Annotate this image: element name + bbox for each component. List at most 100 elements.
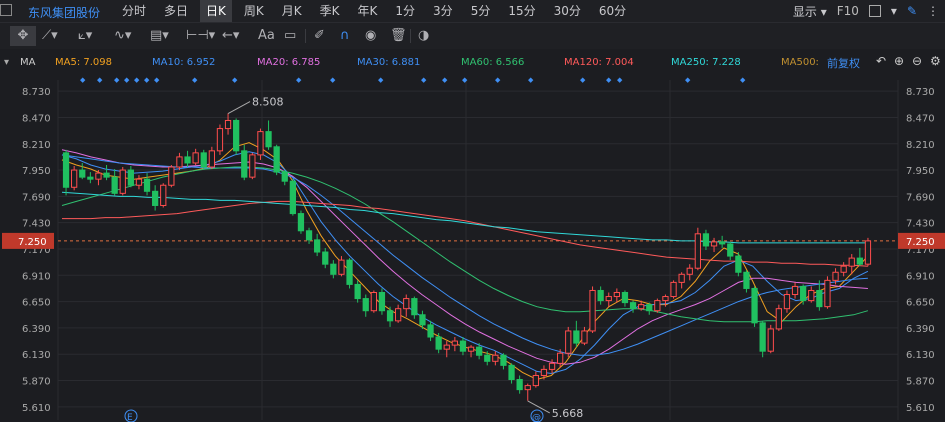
candle-body[interactable] (403, 298, 410, 310)
zoom-in-icon[interactable]: ⊕ (894, 54, 904, 68)
candle-body[interactable] (241, 150, 248, 178)
adjust-label[interactable]: 前复权 (827, 55, 860, 71)
candle-body[interactable] (800, 285, 807, 302)
text-tool[interactable]: Aa (258, 26, 275, 46)
eye-icon[interactable]: ◉ (365, 26, 376, 46)
tab-0[interactable]: 分时 (116, 0, 152, 22)
candle-body[interactable] (775, 308, 782, 330)
candle-body[interactable] (589, 289, 596, 332)
measure-tool-icon[interactable]: ⊢⊣▾ (186, 26, 215, 46)
candle-body[interactable] (670, 281, 677, 298)
candle-body[interactable] (573, 330, 580, 344)
checkbox-icon[interactable] (0, 4, 12, 16)
channel-tool-icon[interactable]: ⟀▾ (78, 26, 92, 46)
candle-body[interactable] (362, 298, 369, 312)
candle-body[interactable] (184, 156, 191, 164)
candle-body[interactable] (516, 379, 523, 391)
display-menu[interactable]: 显示 ▾ (793, 3, 827, 20)
candle-body[interactable] (743, 271, 750, 289)
candle-body[interactable] (143, 178, 151, 192)
candle-body[interactable] (451, 340, 458, 346)
candle-body[interactable] (856, 257, 863, 265)
tab-2[interactable]: 日K (200, 0, 232, 22)
tab-10[interactable]: 15分 (502, 0, 541, 22)
candle-body[interactable] (492, 354, 499, 362)
candle-body[interactable] (386, 310, 394, 322)
candle-body[interactable] (783, 294, 791, 310)
candle-body[interactable] (419, 314, 426, 326)
candle-body[interactable] (346, 259, 353, 285)
tab-9[interactable]: 5分 (465, 0, 497, 22)
candle-body[interactable] (646, 304, 653, 312)
candle-body[interactable] (160, 184, 167, 206)
candle-body[interactable] (759, 322, 766, 352)
candle-body[interactable] (848, 257, 855, 267)
candle-body[interactable] (233, 119, 240, 152)
candle-body[interactable] (686, 267, 693, 275)
candle-body[interactable] (816, 289, 823, 308)
fib-tool-icon[interactable]: ▤▾ (150, 26, 169, 46)
candle-body[interactable] (273, 146, 280, 173)
f10-button[interactable]: F10 (837, 4, 859, 18)
tab-1[interactable]: 多日 (158, 0, 194, 22)
candle-body[interactable] (557, 352, 564, 364)
candle-body[interactable] (119, 169, 126, 194)
toggle-icon[interactable]: ◑ (418, 26, 429, 46)
candle-body[interactable] (395, 308, 402, 322)
candle-body[interactable] (314, 239, 321, 253)
candle-body[interactable] (605, 296, 612, 302)
tab-8[interactable]: 3分 (427, 0, 459, 22)
candle-body[interactable] (581, 330, 588, 344)
tab-3[interactable]: 周K (238, 0, 270, 22)
undo-icon[interactable]: ↶ (876, 54, 886, 68)
candle-body[interactable] (540, 368, 548, 376)
candle-body[interactable] (176, 156, 183, 168)
tab-5[interactable]: 季K (314, 0, 346, 22)
candle-body[interactable] (111, 176, 118, 194)
zoom-out-icon[interactable]: ⊖ (912, 54, 922, 68)
candle-body[interactable] (767, 328, 774, 352)
arrow-tool-icon[interactable]: ←▾ (222, 26, 239, 46)
candle-body[interactable] (168, 166, 175, 186)
chevron-down-icon[interactable]: ▾ (891, 4, 897, 18)
candle-body[interactable] (662, 296, 669, 302)
candle-body[interactable] (548, 362, 556, 370)
candle-body[interactable] (484, 354, 491, 362)
candle-body[interactable] (208, 150, 215, 168)
candle-body[interactable] (508, 364, 515, 381)
candle-body[interactable] (524, 385, 531, 391)
candle-body[interactable] (702, 233, 710, 247)
candle-body[interactable] (378, 292, 386, 312)
candle-body[interactable] (621, 292, 629, 304)
candle-body[interactable] (338, 259, 345, 275)
candle-body[interactable] (297, 213, 305, 232)
candle-body[interactable] (305, 230, 313, 241)
more-icon[interactable]: ⋮ (927, 4, 939, 18)
comment-icon[interactable]: ▭ (284, 26, 296, 46)
candle-body[interactable] (281, 171, 288, 182)
candle-body[interactable] (249, 154, 256, 178)
tab-12[interactable]: 60分 (593, 0, 632, 22)
settings-icon[interactable]: ⚙ (930, 54, 941, 68)
candle-body[interactable] (62, 152, 70, 188)
candle-body[interactable] (330, 263, 337, 275)
candle-body[interactable] (532, 374, 539, 387)
candle-body[interactable] (257, 131, 264, 156)
candle-body[interactable] (629, 302, 637, 310)
candle-body[interactable] (751, 287, 758, 324)
candle-body[interactable] (638, 304, 645, 310)
stock-name[interactable]: 东风集团股份 (28, 4, 100, 21)
indicator-label[interactable]: MA (20, 57, 35, 68)
collapse-icon[interactable]: ▾ (4, 57, 9, 68)
candle-body[interactable] (791, 285, 799, 296)
candle-body[interactable] (727, 243, 734, 257)
candle-body[interactable] (427, 324, 434, 338)
candle-body[interactable] (710, 241, 718, 247)
candle-body[interactable] (694, 233, 701, 269)
candle-body[interactable] (467, 346, 475, 352)
candle-body[interactable] (322, 251, 329, 265)
eraser-icon[interactable]: ✐ (314, 26, 325, 46)
candle-body[interactable] (476, 346, 483, 356)
kline-chart[interactable]: 8.730 8.730 8.470 8.470 8.210 8.210 7.950 7.950… (0, 72, 945, 422)
candle-body[interactable] (354, 283, 361, 300)
